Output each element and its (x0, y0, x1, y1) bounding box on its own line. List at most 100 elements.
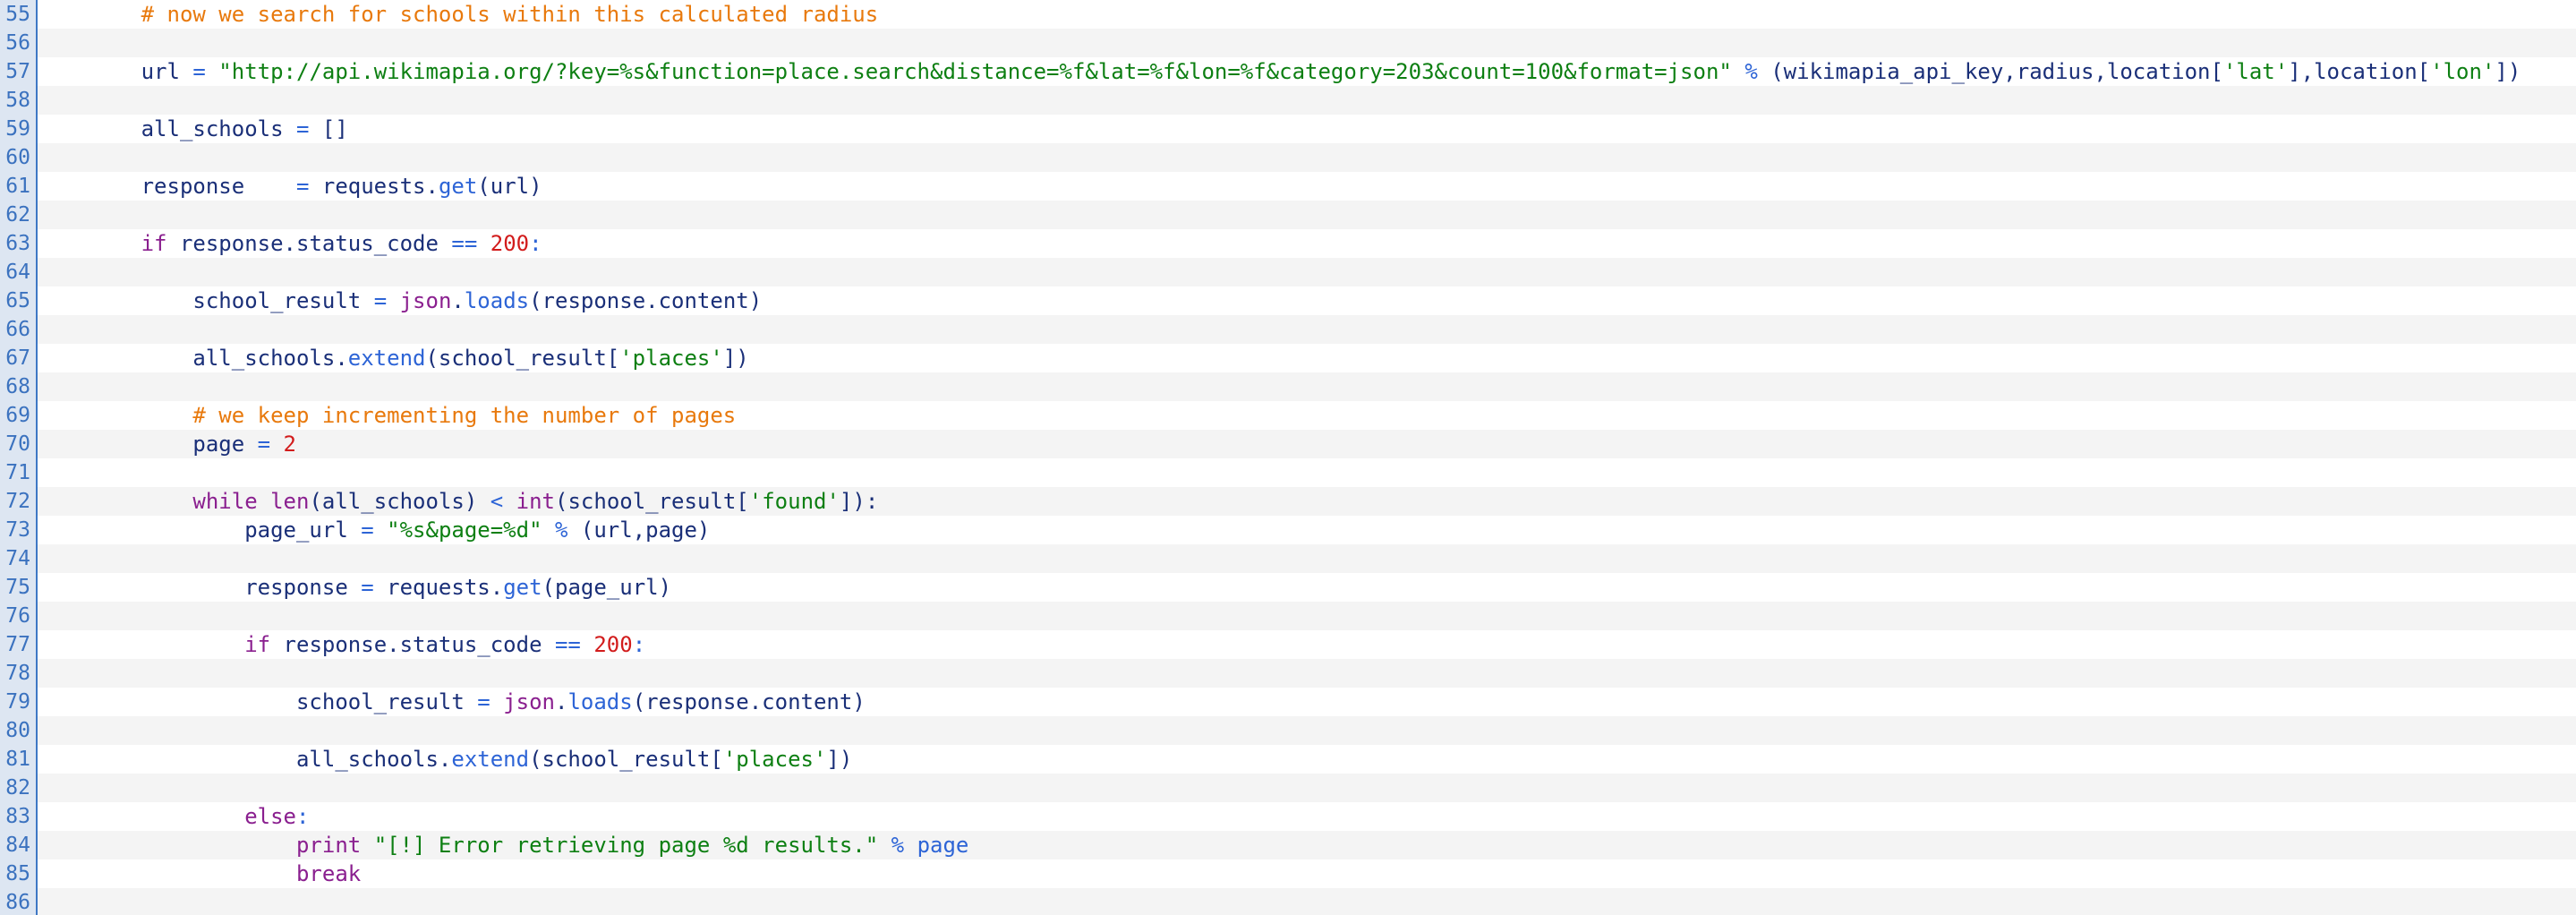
line-code: school_result = json.loads(response.cont… (38, 286, 762, 315)
code-token: url (141, 59, 193, 84)
code-token: if (141, 231, 167, 256)
code-line[interactable]: 58 (0, 86, 2576, 115)
code-token: all_schools. (192, 346, 348, 371)
code-line[interactable]: 83 else: (0, 802, 2576, 831)
line-number: 68 (0, 372, 38, 401)
code-line[interactable]: 70 page = 2 (0, 430, 2576, 458)
line-number: 70 (0, 430, 38, 458)
line-code: all_schools = [] (38, 115, 348, 143)
code-line[interactable]: 65 school_result = json.loads(response.c… (0, 286, 2576, 315)
line-number: 63 (0, 229, 38, 258)
code-line[interactable]: 77 if response.status_code == 200: (0, 630, 2576, 659)
line-number: 86 (0, 888, 38, 915)
line-number: 82 (0, 774, 38, 802)
code-line[interactable]: 84 print "[!] Error retrieving page %d r… (0, 831, 2576, 859)
code-token: loads (567, 689, 633, 714)
code-editor[interactable]: 55 # now we search for schools within th… (0, 0, 2576, 915)
code-line[interactable]: 66 (0, 315, 2576, 344)
code-line[interactable]: 69 # we keep incrementing the number of … (0, 401, 2576, 430)
code-line[interactable]: 85 break (0, 859, 2576, 888)
code-line[interactable]: 74 (0, 544, 2576, 573)
line-code: all_schools.extend(school_result['places… (38, 344, 749, 372)
code-token: (response.content) (529, 288, 763, 313)
code-token: (url) (477, 174, 542, 199)
code-line[interactable]: 78 (0, 659, 2576, 688)
line-number: 72 (0, 487, 38, 516)
code-token: = (373, 288, 388, 313)
line-code: if response.status_code == 200: (38, 630, 645, 659)
line-number: 71 (0, 458, 38, 487)
code-line[interactable]: 64 (0, 258, 2576, 286)
code-token: # now we search for schools within this … (141, 2, 879, 27)
code-line[interactable]: 59 all_schools = [] (0, 115, 2576, 143)
code-line[interactable]: 62 (0, 201, 2576, 229)
code-token: (all_schools) (309, 489, 490, 514)
code-token: % (1744, 59, 1758, 84)
code-line[interactable]: 82 (0, 774, 2576, 802)
code-token: 200 (593, 632, 633, 657)
code-line[interactable]: 67 all_schools.extend(school_result['pla… (0, 344, 2576, 372)
line-number: 76 (0, 602, 38, 630)
line-code: page_url = "%s&page=%d" % (url,page) (38, 516, 710, 544)
code-line[interactable]: 56 (0, 29, 2576, 57)
code-token: response (141, 174, 296, 199)
code-token: : (632, 632, 646, 657)
line-number: 62 (0, 201, 38, 229)
code-token: ]) (722, 346, 749, 371)
code-line[interactable]: 57 url = "http://api.wikimapia.org/?key=… (0, 57, 2576, 86)
code-token: (school_result[ (555, 489, 749, 514)
line-number: 79 (0, 688, 38, 716)
code-line[interactable]: 80 (0, 716, 2576, 745)
line-number: 73 (0, 516, 38, 544)
code-token: : (295, 804, 310, 829)
code-line[interactable]: 76 (0, 602, 2576, 630)
code-token: = (192, 59, 206, 84)
code-line[interactable]: 61 response = requests.get(url) (0, 172, 2576, 201)
code-token: school_result (192, 288, 374, 313)
line-number: 78 (0, 659, 38, 688)
code-line[interactable]: 86 (0, 888, 2576, 915)
line-code: school_result = json.loads(response.cont… (38, 688, 866, 716)
code-line[interactable]: 73 page_url = "%s&page=%d" % (url,page) (0, 516, 2576, 544)
line-number: 81 (0, 745, 38, 774)
code-line[interactable]: 68 (0, 372, 2576, 401)
code-line[interactable]: 63 if response.status_code == 200: (0, 229, 2576, 258)
code-token: extend (347, 346, 426, 371)
code-token: 'places' (722, 747, 827, 772)
line-code: if response.status_code == 200: (38, 229, 542, 258)
code-token: = (361, 517, 374, 543)
code-token: [] (309, 116, 348, 141)
code-token: ]) (826, 747, 853, 772)
code-token: 'found' (748, 489, 840, 514)
code-token: response.status_code (166, 231, 452, 256)
code-line[interactable]: 79 school_result = json.loads(response.c… (0, 688, 2576, 716)
code-line[interactable]: 72 while len(all_schools) < int(school_r… (0, 487, 2576, 516)
line-number: 64 (0, 258, 38, 286)
code-line[interactable]: 60 (0, 143, 2576, 172)
code-token: . (554, 689, 568, 714)
line-code: while len(all_schools) < int(school_resu… (38, 487, 878, 516)
code-token: response.status_code (270, 632, 555, 657)
line-code: response = requests.get(url) (38, 172, 542, 201)
code-line[interactable]: 81 all_schools.extend(school_result['pla… (0, 745, 2576, 774)
code-token: (page_url) (542, 575, 672, 600)
code-line[interactable]: 71 (0, 458, 2576, 487)
code-token: "http://api.wikimapia.org/?key=%s&functi… (218, 59, 1732, 84)
code-token: = (295, 116, 310, 141)
line-number: 66 (0, 315, 38, 344)
code-token: 'lon' (2430, 59, 2495, 84)
code-token: : (529, 231, 542, 256)
code-line[interactable]: 55 # now we search for schools within th… (0, 0, 2576, 29)
code-line[interactable]: 75 response = requests.get(page_url) (0, 573, 2576, 602)
